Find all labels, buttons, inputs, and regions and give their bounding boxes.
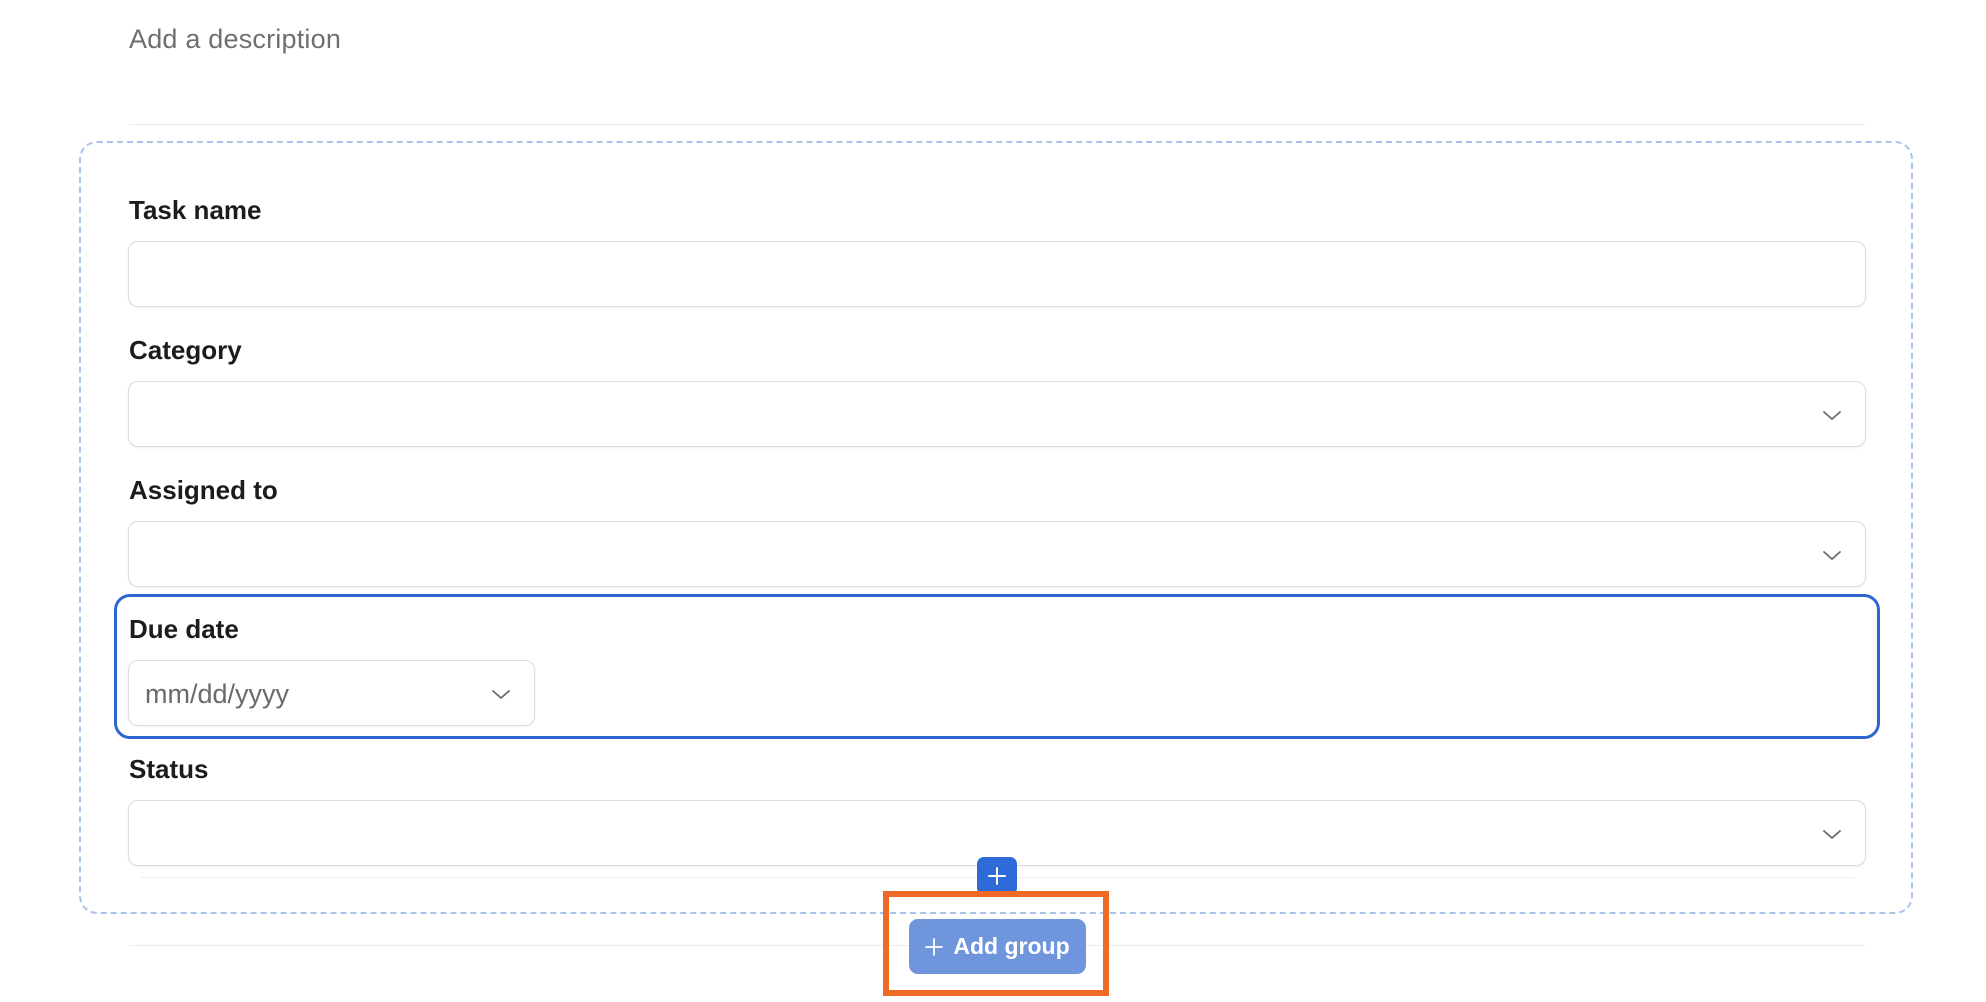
divider-top [129, 124, 1865, 125]
add-group-label: Add group [953, 933, 1070, 959]
task-name-input[interactable] [128, 241, 1866, 307]
task-name-label: Task name [129, 195, 262, 225]
assigned-to-label: Assigned to [129, 475, 278, 505]
category-label: Category [129, 335, 242, 365]
status-label: Status [129, 754, 209, 784]
form-builder-canvas: Add a description Task name Category Ass… [0, 0, 1986, 1002]
chevron-down-icon [1821, 823, 1843, 845]
category-select[interactable] [128, 381, 1866, 447]
add-field-button[interactable] [977, 857, 1017, 895]
chevron-down-icon [1821, 544, 1843, 566]
due-date-label: Due date [129, 614, 239, 644]
plus-icon [925, 937, 944, 956]
chevron-down-icon [1821, 404, 1843, 426]
due-date-placeholder: mm/dd/yyyy [145, 679, 290, 709]
add-group-button[interactable]: Add group [909, 919, 1086, 974]
plus-icon [988, 867, 1006, 885]
chevron-down-icon [490, 683, 512, 705]
description-placeholder[interactable]: Add a description [129, 24, 341, 55]
due-date-input[interactable]: mm/dd/yyyy [128, 660, 535, 726]
assigned-to-select[interactable] [128, 521, 1866, 587]
